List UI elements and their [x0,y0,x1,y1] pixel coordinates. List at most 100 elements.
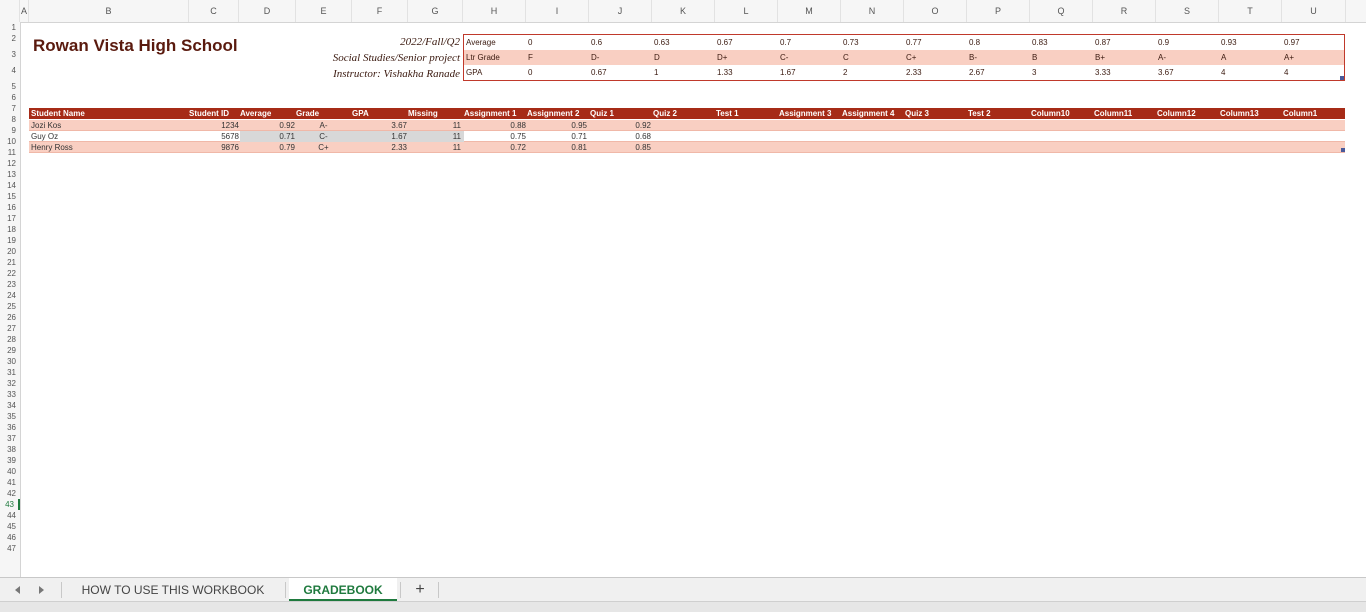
cell-average[interactable]: 0.79 [240,142,295,153]
row-header-10[interactable]: 10 [0,136,20,147]
row-header-15[interactable]: 15 [0,191,20,202]
row-header-37[interactable]: 37 [0,433,20,444]
column-header-j[interactable]: J [589,0,652,22]
column-header-m[interactable]: M [778,0,841,22]
cell-gpa[interactable]: 2.33 [352,142,407,153]
scroll-tabs-right-button[interactable] [34,583,48,597]
grade-scale-row-average[interactable]: Average 0 0.6 0.63 0.67 0.7 0.73 0.77 0.… [464,35,1344,50]
header-student-id[interactable]: Student ID [189,108,229,119]
cell-quiz-1[interactable]: 0.85 [590,142,651,153]
cell-student-name[interactable]: Henry Ross [31,142,73,153]
cell-student-name[interactable]: Guy Oz [31,131,58,142]
row-header-9[interactable]: 9 [0,125,20,136]
row-header-31[interactable]: 31 [0,367,20,378]
cell-student-name[interactable]: Jozi Kos [31,120,61,131]
row-header-34[interactable]: 34 [0,400,20,411]
row-header-38[interactable]: 38 [0,444,20,455]
cell-average[interactable]: 0.71 [240,131,295,142]
row-header-33[interactable]: 33 [0,389,20,400]
row-header-6[interactable]: 6 [0,92,20,103]
cell-grade[interactable]: C+ [296,142,351,153]
row-header-3[interactable]: 3 [0,49,20,60]
row-header-36[interactable]: 36 [0,422,20,433]
column-header-h[interactable]: H [463,0,526,22]
row-header-26[interactable]: 26 [0,312,20,323]
row-header-8[interactable]: 8 [0,114,20,125]
cell-gpa[interactable]: 3.67 [352,120,407,131]
row-header-30[interactable]: 30 [0,356,20,367]
cell-assignment-1[interactable]: 0.75 [464,131,526,142]
column-header-i[interactable]: I [526,0,589,22]
header-column11[interactable]: Column11 [1094,108,1132,119]
row-header-18[interactable]: 18 [0,224,20,235]
header-assignment-3[interactable]: Assignment 3 [779,108,831,119]
row-header-16[interactable]: 16 [0,202,20,213]
column-header-s[interactable]: S [1156,0,1219,22]
cell-gpa[interactable]: 1.67 [352,131,407,142]
row-header-20[interactable]: 20 [0,246,20,257]
header-student-name[interactable]: Student Name [31,108,85,119]
column-header-d[interactable]: D [239,0,296,22]
spreadsheet-grid[interactable]: A B C D E F G H I J K L M N O P Q R S T … [0,0,1366,577]
cell-assignment-2[interactable]: 0.71 [527,131,587,142]
header-assignment-4[interactable]: Assignment 4 [842,108,894,119]
row-header-14[interactable]: 14 [0,180,20,191]
scroll-tabs-left-button[interactable] [11,583,25,597]
row-header-28[interactable]: 28 [0,334,20,345]
row-header-22[interactable]: 22 [0,268,20,279]
grade-scale-row-gpa[interactable]: GPA 0 0.67 1 1.33 1.67 2 2.33 2.67 3 3.3… [464,65,1344,80]
column-header-c[interactable]: C [189,0,239,22]
grade-scale-table[interactable]: Average 0 0.6 0.63 0.67 0.7 0.73 0.77 0.… [463,34,1345,81]
header-test-2[interactable]: Test 2 [968,108,991,119]
header-gpa[interactable]: GPA [352,108,369,119]
table-resize-handle[interactable] [1340,76,1344,80]
header-column13[interactable]: Column13 [1220,108,1259,119]
row-header-45[interactable]: 45 [0,521,20,532]
table-row[interactable]: Henry Ross 9876 0.79 C+ 2.33 11 0.72 0.8… [29,142,1345,153]
header-assignment-2[interactable]: Assignment 2 [527,108,579,119]
row-header-1[interactable]: 1 [0,22,20,33]
row-header-32[interactable]: 32 [0,378,20,389]
row-header-5[interactable]: 5 [0,81,20,92]
header-quiz-2[interactable]: Quiz 2 [653,108,677,119]
header-grade[interactable]: Grade [296,108,319,119]
cell-quiz-1[interactable]: 0.92 [590,120,651,131]
column-header-t[interactable]: T [1219,0,1282,22]
row-header-44[interactable]: 44 [0,510,20,521]
cell-quiz-1[interactable]: 0.68 [590,131,651,142]
column-header-p[interactable]: P [967,0,1030,22]
row-header-17[interactable]: 17 [0,213,20,224]
column-header-f[interactable]: F [352,0,408,22]
row-header-46[interactable]: 46 [0,532,20,543]
cell-grade[interactable]: A- [296,120,351,131]
cell-missing[interactable]: 11 [408,142,461,153]
row-header-39[interactable]: 39 [0,455,20,466]
row-header-35[interactable]: 35 [0,411,20,422]
cell-grade[interactable]: C- [296,131,351,142]
row-header-13[interactable]: 13 [0,169,20,180]
row-header-7[interactable]: 7 [0,103,20,114]
row-header-21[interactable]: 21 [0,257,20,268]
row-header-11[interactable]: 11 [0,147,20,158]
row-header-29[interactable]: 29 [0,345,20,356]
header-column10[interactable]: Column10 [1031,108,1070,119]
table-row[interactable]: Jozi Kos 1234 0.92 A- 3.67 11 0.88 0.95 … [29,120,1345,131]
cell-assignment-1[interactable]: 0.88 [464,120,526,131]
row-header-27[interactable]: 27 [0,323,20,334]
cell-student-id[interactable]: 5678 [189,131,239,142]
cell-missing[interactable]: 11 [408,120,461,131]
cell-assignment-2[interactable]: 0.81 [527,142,587,153]
column-header-b[interactable]: B [29,0,189,22]
row-header-24[interactable]: 24 [0,290,20,301]
header-quiz-1[interactable]: Quiz 1 [590,108,614,119]
row-header-19[interactable]: 19 [0,235,20,246]
column-header-u[interactable]: U [1282,0,1346,22]
header-column12[interactable]: Column12 [1157,108,1196,119]
header-missing[interactable]: Missing [408,108,438,119]
tab-how-to-use[interactable]: HOW TO USE THIS WORKBOOK [62,578,284,602]
add-sheet-button[interactable]: + [410,578,430,602]
column-header-n[interactable]: N [841,0,904,22]
row-header-41[interactable]: 41 [0,477,20,488]
column-header-g[interactable]: G [408,0,463,22]
column-header-o[interactable]: O [904,0,967,22]
